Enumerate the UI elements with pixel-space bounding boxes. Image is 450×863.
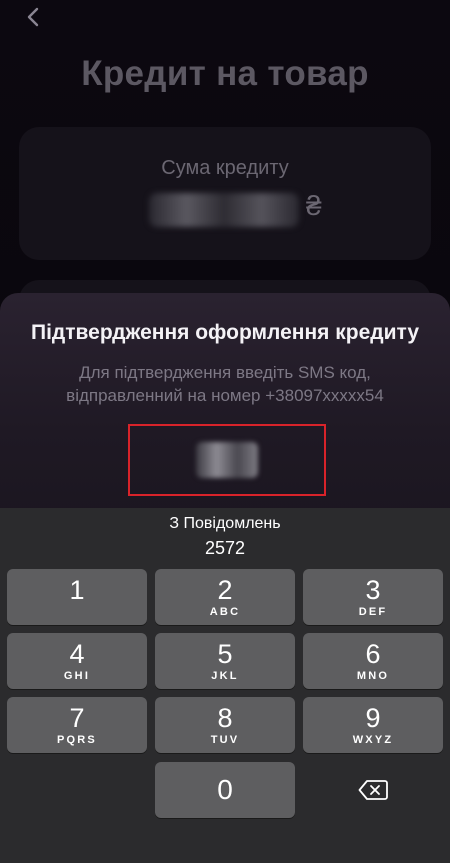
key-digit: 5 <box>217 638 233 669</box>
back-button[interactable] <box>22 6 44 28</box>
credit-amount-card: Сума кредиту ₴ <box>19 127 431 260</box>
key-9[interactable]: 9 WXYZ <box>303 697 443 753</box>
numeric-keyboard: З Повідомлень 2572 1 2 ABC 3 DEF 4 GHI 5… <box>0 508 450 863</box>
key-digit: 1 <box>69 574 85 605</box>
key-digit: 8 <box>217 702 233 733</box>
key-digit: 2 <box>217 574 233 605</box>
key-letters: GHI <box>63 669 91 682</box>
currency-symbol: ₴ <box>306 190 322 221</box>
sheet-description: Для підтвердження введіть SMS код, відпр… <box>66 363 384 405</box>
key-digit: 0 <box>217 774 233 805</box>
backspace-icon <box>358 780 388 800</box>
suggestion-source: З Повідомлень <box>169 515 281 532</box>
suggestion-code: 2572 <box>204 538 246 558</box>
key-5[interactable]: 5 JKL <box>155 633 295 689</box>
sms-confirmation-sheet: Підтвердження оформлення кредиту Для під… <box>0 293 450 523</box>
key-digit: 7 <box>69 702 85 733</box>
key-0[interactable]: 0 <box>155 762 295 818</box>
page-title: Кредит на товар <box>81 54 369 93</box>
key-letters: WXYZ <box>352 733 394 746</box>
key-letters: TUV <box>210 733 240 746</box>
key-digit: 9 <box>365 702 381 733</box>
key-digit: 6 <box>365 638 381 669</box>
key-letters: ABC <box>209 605 241 618</box>
sms-code-input[interactable] <box>128 424 326 496</box>
key-letters: JKL <box>211 669 239 682</box>
key-3[interactable]: 3 DEF <box>303 569 443 625</box>
delete-key[interactable] <box>303 762 443 818</box>
chevron-left-icon <box>27 7 39 27</box>
key-6[interactable]: 6 MNO <box>303 633 443 689</box>
sms-code-suggestion[interactable]: З Повідомлень 2572 <box>0 514 450 560</box>
key-7[interactable]: 7 PQRS <box>7 697 147 753</box>
key-letters: PQRS <box>57 733 97 746</box>
key-1[interactable]: 1 <box>7 569 147 625</box>
key-digit: 4 <box>69 638 85 669</box>
key-8[interactable]: 8 TUV <box>155 697 295 753</box>
key-2[interactable]: 2 ABC <box>155 569 295 625</box>
key-4[interactable]: 4 GHI <box>7 633 147 689</box>
key-digit: 3 <box>365 574 381 605</box>
amount-label: Сума кредиту <box>161 157 289 179</box>
sheet-title: Підтвердження оформлення кредиту <box>30 321 420 344</box>
key-letters: DEF <box>358 605 388 618</box>
blurred-amount <box>149 193 299 227</box>
key-letters: MNO <box>356 669 390 682</box>
blurred-code <box>196 442 258 478</box>
